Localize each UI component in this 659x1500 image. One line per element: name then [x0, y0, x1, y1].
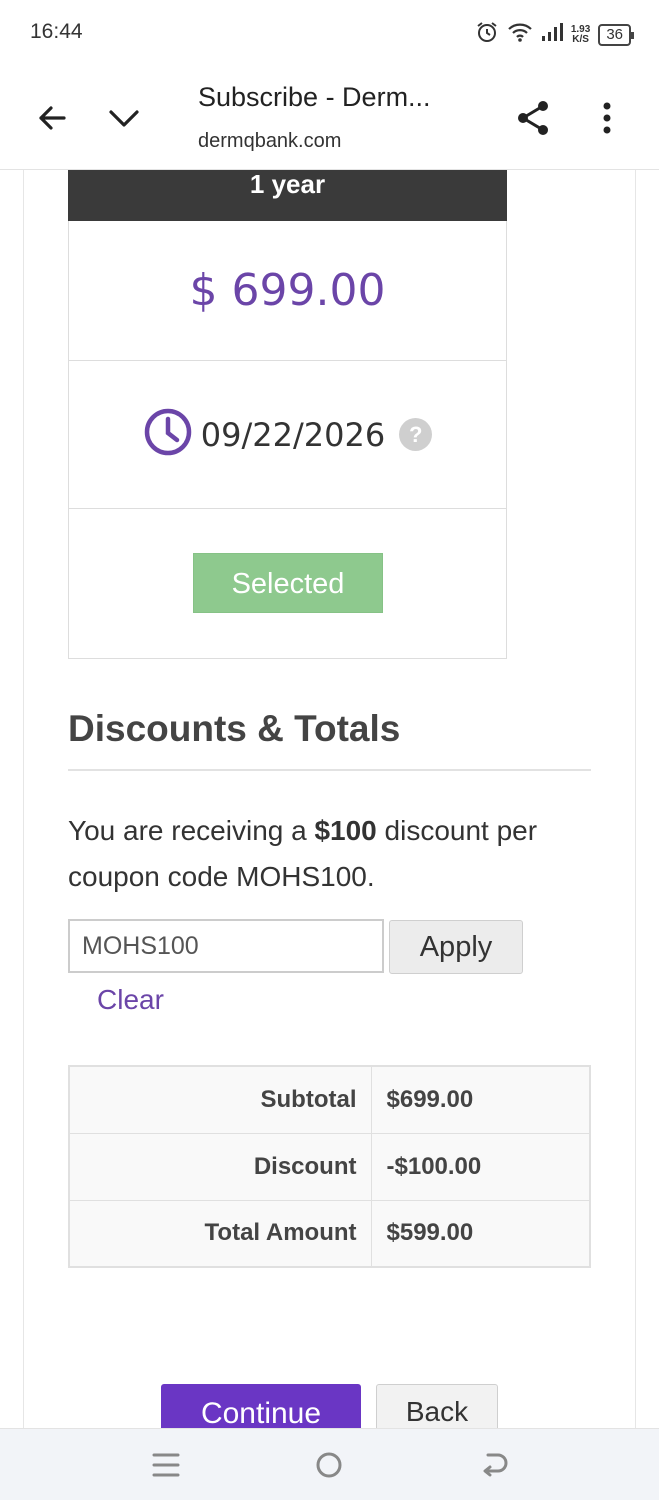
page-url[interactable]: dermqbank.com — [198, 130, 341, 153]
discount-message-prefix: You are receiving a — [68, 815, 315, 846]
menu-icon[interactable] — [148, 1449, 184, 1481]
clock-icon — [143, 407, 193, 462]
more-vert-icon[interactable] — [592, 98, 622, 138]
share-icon[interactable] — [514, 98, 554, 138]
back-nav-icon[interactable] — [476, 1449, 512, 1481]
status-time: 16:44 — [30, 20, 83, 43]
plan-select-row: Selected — [69, 509, 506, 657]
status-bar: 16:44 1.93 K/S 36 — [0, 0, 659, 68]
plan-expiry-row: 09/22/2026 ? — [69, 361, 506, 509]
plan-price-row: $ 699.00 — [69, 221, 506, 361]
section-title: Discounts & Totals — [68, 708, 401, 749]
table-row: Subtotal $699.00 — [68, 1065, 591, 1134]
subtotal-value: $699.00 — [370, 1065, 591, 1134]
page-title[interactable]: Subscribe - Derm... — [198, 82, 431, 113]
back-arrow-icon[interactable] — [32, 98, 72, 138]
system-navigation-bar — [0, 1428, 659, 1500]
discount-label: Discount — [68, 1132, 372, 1201]
total-amount-label: Total Amount — [68, 1199, 372, 1268]
browser-toolbar: Subscribe - Derm... dermqbank.com — [0, 68, 659, 170]
page-content: $ 699.00 09/22/2026 ? Selected 1 year Di… — [0, 170, 659, 1428]
continue-button[interactable]: Continue — [161, 1384, 361, 1428]
chevron-down-icon[interactable] — [104, 98, 144, 138]
wifi-icon — [507, 21, 533, 48]
discount-value: -$100.00 — [370, 1132, 591, 1201]
status-icons: 1.93 K/S 36 — [475, 20, 634, 49]
expiry-date: 09/22/2026 — [200, 415, 386, 454]
total-amount-value: $599.00 — [370, 1199, 591, 1268]
plan-header: 1 year — [68, 170, 507, 221]
selected-button[interactable]: Selected — [193, 553, 383, 613]
alarm-icon — [475, 20, 499, 49]
discount-message: You are receiving a $100 discount per co… — [68, 808, 578, 900]
battery-icon: 36 — [598, 23, 634, 46]
section-divider — [68, 769, 591, 771]
apply-button[interactable]: Apply — [389, 920, 523, 974]
subtotal-label: Subtotal — [68, 1065, 372, 1134]
network-speed: 1.93 K/S — [571, 24, 590, 45]
battery-level: 36 — [606, 25, 623, 43]
coupon-input[interactable] — [68, 919, 384, 973]
plan-price: $ 699.00 — [189, 265, 386, 316]
clear-link[interactable]: Clear — [97, 984, 164, 1016]
speed-unit: K/S — [572, 33, 589, 45]
signal-icon — [541, 22, 563, 47]
back-button[interactable]: Back — [376, 1384, 498, 1428]
home-icon[interactable] — [311, 1449, 347, 1481]
discount-amount: $100 — [314, 815, 377, 846]
help-icon[interactable]: ? — [399, 418, 433, 451]
table-row: Discount -$100.00 — [68, 1132, 591, 1201]
frame-border-left — [23, 170, 24, 1428]
table-row: Total Amount $599.00 — [68, 1199, 591, 1268]
totals-table: Subtotal $699.00 Discount -$100.00 Total… — [68, 1065, 591, 1268]
plan-card: $ 699.00 09/22/2026 ? Selected — [68, 170, 507, 659]
frame-border-right — [635, 170, 636, 1428]
